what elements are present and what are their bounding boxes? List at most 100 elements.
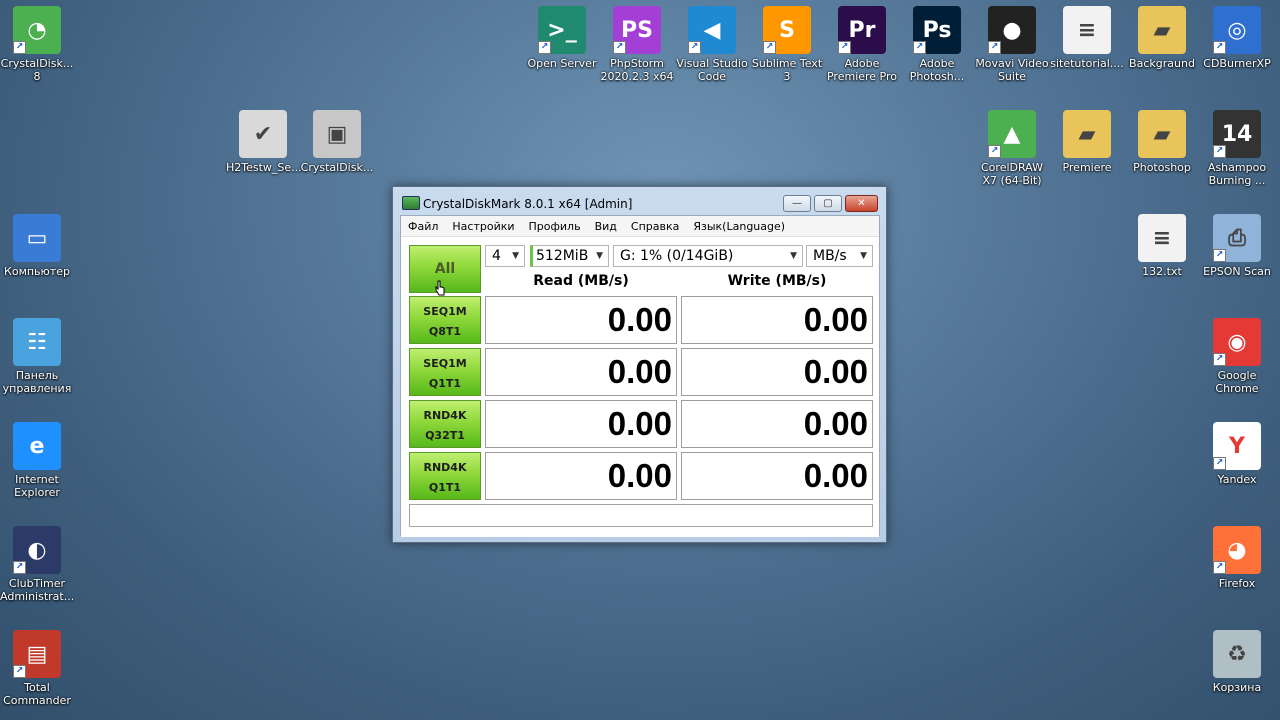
test-button-rnd4k-q32t1[interactable]: RND4K Q32T1 bbox=[409, 400, 481, 448]
text-file-icon: ≡ bbox=[1063, 6, 1111, 54]
desktop-icon[interactable]: ≡ sitetutorial.... bbox=[1050, 6, 1124, 70]
minimize-button[interactable]: — bbox=[783, 195, 811, 212]
chevron-down-icon: ▼ bbox=[790, 251, 797, 261]
shortcut-arrow-icon: ↗ bbox=[688, 41, 701, 54]
desktop-icon[interactable]: S ↗ Sublime Text 3 bbox=[750, 6, 824, 83]
folder-photoshop-icon: ▰ bbox=[1138, 110, 1186, 158]
desktop-icon[interactable]: ◀ ↗ Visual Studio Code bbox=[675, 6, 749, 83]
desktop-icon[interactable]: Y ↗ Yandex bbox=[1200, 422, 1274, 486]
yandex-icon: Y ↗ bbox=[1213, 422, 1261, 470]
desktop-icon-label: CrystalDisk... bbox=[300, 161, 374, 174]
size-value: 512MiB bbox=[536, 248, 589, 264]
count-select[interactable]: 4 ▼ bbox=[485, 245, 525, 267]
desktop-icon[interactable]: ▰ Backgraund bbox=[1125, 6, 1199, 70]
desktop-icon[interactable]: ▤ ↗ Total Commander bbox=[0, 630, 74, 707]
shortcut-arrow-icon: ↗ bbox=[538, 41, 551, 54]
total-commander-icon: ▤ ↗ bbox=[13, 630, 61, 678]
shortcut-arrow-icon: ↗ bbox=[13, 561, 26, 574]
photoshop-icon: Ps ↗ bbox=[913, 6, 961, 54]
desktop-icon[interactable]: ♻ Корзина bbox=[1200, 630, 1274, 694]
test-params: Q1T1 bbox=[428, 377, 462, 390]
unit-select[interactable]: MB/s ▼ bbox=[806, 245, 873, 267]
desktop-icon[interactable]: ◔ ↗ CrystalDisk... 8 bbox=[0, 6, 74, 83]
desktop-icon[interactable]: ▭ Компьютер bbox=[0, 214, 74, 278]
desktop-icon[interactable]: ▰ Photoshop bbox=[1125, 110, 1199, 174]
premiere-icon: Pr ↗ bbox=[838, 6, 886, 54]
chrome-icon: ◉ ↗ bbox=[1213, 318, 1261, 366]
test-name: SEQ1M bbox=[423, 305, 467, 318]
control-panel-icon: ☷ bbox=[13, 318, 61, 366]
drive-value: G: 1% (0/14GiB) bbox=[620, 248, 734, 264]
desktop-icon[interactable]: ◎ ↗ CDBurnerXP bbox=[1200, 6, 1274, 70]
test-button-rnd4k-q1t1[interactable]: RND4K Q1T1 bbox=[409, 452, 481, 500]
desktop-icon[interactable]: PS ↗ PhpStorm 2020.2.3 x64 bbox=[600, 6, 674, 83]
chevron-down-icon: ▼ bbox=[512, 251, 519, 261]
test-button-seq1m-q1t1[interactable]: SEQ1M Q1T1 bbox=[409, 348, 481, 396]
maximize-button[interactable]: ▢ bbox=[814, 195, 842, 212]
desktop-icon[interactable]: ◕ ↗ Firefox bbox=[1200, 526, 1274, 590]
run-all-label: All bbox=[434, 261, 456, 277]
desktop-icon[interactable]: ◐ ↗ ClubTimer Administrat... bbox=[0, 526, 74, 603]
coreldraw-icon: ▲ ↗ bbox=[988, 110, 1036, 158]
desktop-icon[interactable]: ▰ Premiere bbox=[1050, 110, 1124, 174]
desktop-icon-label: Корзина bbox=[1212, 681, 1262, 694]
shortcut-arrow-icon: ↗ bbox=[1213, 561, 1226, 574]
desktop-icon[interactable]: 14 ↗ Ashampoo Burning ... bbox=[1200, 110, 1274, 187]
test-params: Q8T1 bbox=[428, 325, 462, 338]
read-result: 0.00 bbox=[485, 348, 677, 396]
menu-settings[interactable]: Настройки bbox=[445, 220, 521, 233]
desktop-icon-label: Google Chrome bbox=[1215, 369, 1259, 395]
desktop-icon[interactable]: Ps ↗ Adobe Photosh... bbox=[900, 6, 974, 83]
hand-cursor-icon bbox=[435, 280, 445, 296]
menu-view[interactable]: Вид bbox=[588, 220, 624, 233]
desktop-icon[interactable]: >_ ↗ Open Server bbox=[525, 6, 599, 70]
desktop-icon-label: sitetutorial.... bbox=[1050, 57, 1124, 70]
clubtimer-icon: ◐ ↗ bbox=[13, 526, 61, 574]
test-name: SEQ1M bbox=[423, 357, 467, 370]
desktop-icon[interactable]: ▲ ↗ CorelDRAW X7 (64-Bit) bbox=[975, 110, 1049, 187]
status-comment-field[interactable] bbox=[409, 504, 873, 527]
desktop-icon-label: Adobe Photosh... bbox=[909, 57, 965, 83]
desktop-icon-label: Visual Studio Code bbox=[676, 57, 748, 83]
shortcut-arrow-icon: ↗ bbox=[13, 41, 26, 54]
test-params: Q32T1 bbox=[425, 429, 465, 442]
desktop-icon[interactable]: ✔ H2Testw_Se... bbox=[226, 110, 302, 174]
desktop-icon[interactable]: ◉ ↗ Google Chrome bbox=[1200, 318, 1274, 395]
shortcut-arrow-icon: ↗ bbox=[613, 41, 626, 54]
shortcut-arrow-icon: ↗ bbox=[13, 665, 26, 678]
desktop-icon-label: 132.txt bbox=[1142, 265, 1182, 278]
desktop-icon[interactable]: ☷ Панель управления bbox=[0, 318, 74, 395]
menu-file[interactable]: Файл bbox=[401, 220, 445, 233]
h2testw-icon: ✔ bbox=[239, 110, 287, 158]
menu-profile[interactable]: Профиль bbox=[522, 220, 588, 233]
desktop-icon[interactable]: Pr ↗ Adobe Premiere Pro bbox=[825, 6, 899, 83]
shortcut-arrow-icon: ↗ bbox=[988, 145, 1001, 158]
shortcut-arrow-icon: ↗ bbox=[838, 41, 851, 54]
desktop-icon[interactable]: ● ↗ Movavi Video Suite bbox=[975, 6, 1049, 83]
menu-bar: Файл Настройки Профиль Вид Справка Язык(… bbox=[401, 216, 879, 237]
shortcut-arrow-icon: ↗ bbox=[988, 41, 1001, 54]
desktop-icon-label: ClubTimer Administrat... bbox=[0, 577, 75, 603]
menu-help[interactable]: Справка bbox=[624, 220, 686, 233]
close-button[interactable]: ✕ bbox=[845, 195, 878, 212]
run-all-button[interactable]: All bbox=[409, 245, 481, 296]
desktop-icon[interactable]: ≡ 132.txt bbox=[1125, 214, 1199, 278]
desktop-icon-label: H2Testw_Se... bbox=[226, 161, 302, 174]
desktop-icon-label: CrystalDisk... 8 bbox=[0, 57, 74, 83]
unit-value: MB/s bbox=[813, 248, 847, 264]
chevron-down-icon: ▼ bbox=[860, 251, 867, 261]
title-bar[interactable]: CrystalDiskMark 8.0.1 x64 [Admin] — ▢ ✕ bbox=[393, 187, 886, 217]
desktop-icon[interactable]: e Internet Explorer bbox=[0, 422, 74, 499]
size-select[interactable]: 512MiB ▼ bbox=[530, 245, 609, 267]
desktop-icon[interactable]: ⎙ ↗ EPSON Scan bbox=[1200, 214, 1274, 278]
menu-language[interactable]: Язык(Language) bbox=[686, 220, 792, 233]
chevron-down-icon: ▼ bbox=[596, 251, 603, 261]
test-button-seq1m-q8t1[interactable]: SEQ1M Q8T1 bbox=[409, 296, 481, 344]
drive-select[interactable]: G: 1% (0/14GiB) ▼ bbox=[613, 245, 803, 267]
ashampoo-icon: 14 ↗ bbox=[1213, 110, 1261, 158]
shortcut-arrow-icon: ↗ bbox=[763, 41, 776, 54]
write-result: 0.00 bbox=[681, 296, 873, 344]
desktop-icon[interactable]: ▣ CrystalDisk... bbox=[300, 110, 374, 174]
open-server-icon: >_ ↗ bbox=[538, 6, 586, 54]
crystaldisk-installer-icon: ▣ bbox=[313, 110, 361, 158]
